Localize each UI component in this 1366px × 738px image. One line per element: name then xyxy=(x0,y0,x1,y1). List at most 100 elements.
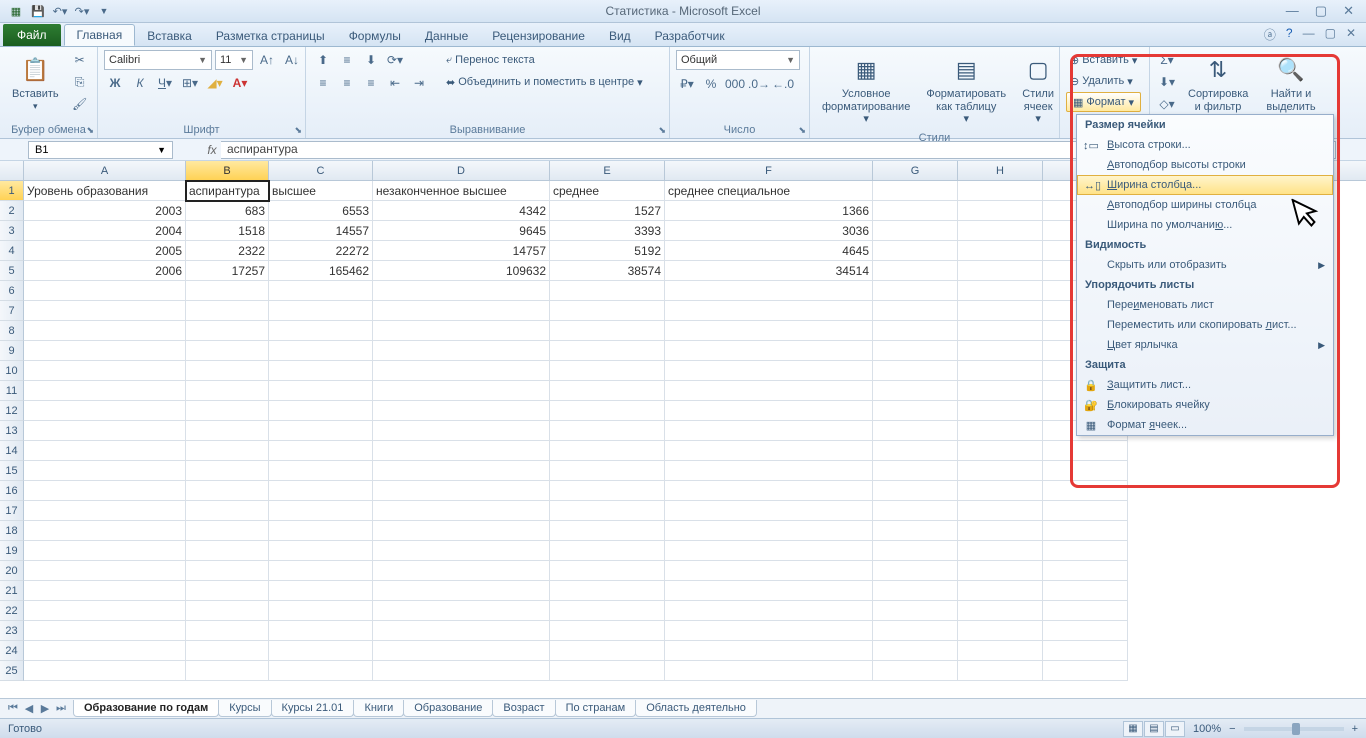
col-header-F[interactable]: F xyxy=(665,161,873,180)
cell[interactable] xyxy=(186,421,269,441)
file-tab[interactable]: Файл xyxy=(3,24,61,46)
row-header-22[interactable]: 22 xyxy=(0,601,24,621)
copy-button[interactable]: ⎘ xyxy=(69,72,91,92)
cell[interactable] xyxy=(550,521,665,541)
cell[interactable] xyxy=(550,321,665,341)
font-size-combo[interactable]: 11▼ xyxy=(215,50,253,70)
cell[interactable] xyxy=(665,381,873,401)
help-icon[interactable]: ? xyxy=(1286,26,1293,43)
tab-data[interactable]: Данные xyxy=(413,26,480,46)
delete-cells-button[interactable]: ⊖ Удалить ▾ xyxy=(1066,71,1137,91)
cell[interactable] xyxy=(1043,661,1128,681)
italic-button[interactable]: К xyxy=(129,73,151,93)
cell[interactable] xyxy=(373,321,550,341)
cell[interactable] xyxy=(958,581,1043,601)
cell[interactable] xyxy=(665,601,873,621)
cell[interactable] xyxy=(24,321,186,341)
cell[interactable]: 2322 xyxy=(186,241,269,261)
minimize-ribbon-icon[interactable]: ⓐ xyxy=(1264,26,1276,43)
cell[interactable] xyxy=(873,621,958,641)
cell[interactable] xyxy=(373,581,550,601)
cell[interactable] xyxy=(873,281,958,301)
number-format-combo[interactable]: Общий▼ xyxy=(676,50,800,70)
cell[interactable] xyxy=(373,281,550,301)
row-header-11[interactable]: 11 xyxy=(0,381,24,401)
sheet-tab-2[interactable]: Курсы 21.01 xyxy=(271,700,355,717)
cell[interactable]: 165462 xyxy=(269,261,373,281)
cell[interactable] xyxy=(24,541,186,561)
cell[interactable]: 14757 xyxy=(373,241,550,261)
cell[interactable]: высшее xyxy=(269,181,373,201)
col-header-A[interactable]: A xyxy=(24,161,186,180)
cell[interactable] xyxy=(550,361,665,381)
merge-center-button[interactable]: ⬌Объединить и поместить в центре ▾ xyxy=(442,72,647,92)
cell[interactable] xyxy=(958,381,1043,401)
cell[interactable] xyxy=(24,401,186,421)
cell[interactable] xyxy=(873,401,958,421)
cell[interactable] xyxy=(24,641,186,661)
cell[interactable] xyxy=(873,341,958,361)
cell[interactable] xyxy=(550,621,665,641)
cell[interactable] xyxy=(269,381,373,401)
row-header-15[interactable]: 15 xyxy=(0,461,24,481)
cell[interactable] xyxy=(186,341,269,361)
col-header-E[interactable]: E xyxy=(550,161,665,180)
cell[interactable] xyxy=(665,401,873,421)
cell[interactable] xyxy=(24,561,186,581)
cell[interactable] xyxy=(958,361,1043,381)
cell[interactable] xyxy=(958,341,1043,361)
row-header-5[interactable]: 5 xyxy=(0,261,24,281)
cell[interactable] xyxy=(1043,601,1128,621)
number-launcher[interactable]: ⬊ xyxy=(798,125,806,136)
cell[interactable]: 3036 xyxy=(665,221,873,241)
undo-icon[interactable]: ↶▾ xyxy=(52,3,68,19)
cell[interactable] xyxy=(873,661,958,681)
tab-page-layout[interactable]: Разметка страницы xyxy=(204,26,337,46)
align-bottom-button[interactable]: ⬇ xyxy=(360,50,382,70)
cell[interactable] xyxy=(24,661,186,681)
cell[interactable] xyxy=(1043,461,1128,481)
dd-row-height[interactable]: ↕▭Высота строки... xyxy=(1077,135,1333,155)
cell[interactable] xyxy=(269,441,373,461)
dd-rename-sheet[interactable]: Переименовать лист xyxy=(1077,295,1333,315)
minimize-button[interactable]: — xyxy=(1286,3,1299,19)
cell[interactable] xyxy=(373,521,550,541)
cell[interactable] xyxy=(958,541,1043,561)
cell[interactable] xyxy=(269,641,373,661)
cell[interactable] xyxy=(269,281,373,301)
dd-column-width[interactable]: ↔▯Ширина столбца... xyxy=(1077,175,1333,195)
cell[interactable] xyxy=(550,401,665,421)
format-cells-button[interactable]: ▦ Формат ▾ xyxy=(1066,92,1141,112)
paste-button[interactable]: 📋Вставить▾ xyxy=(6,50,65,115)
fill-color-button[interactable]: ◢▾ xyxy=(204,73,226,93)
dd-autofit-row[interactable]: Автоподбор высоты строки xyxy=(1077,155,1333,175)
decrease-indent-button[interactable]: ⇤ xyxy=(384,73,406,93)
row-header-17[interactable]: 17 xyxy=(0,501,24,521)
tab-review[interactable]: Рецензирование xyxy=(480,26,597,46)
cell[interactable]: 1518 xyxy=(186,221,269,241)
tab-insert[interactable]: Вставка xyxy=(135,26,204,46)
dd-hide-unhide[interactable]: Скрыть или отобразить▶ xyxy=(1077,255,1333,275)
cell[interactable] xyxy=(665,521,873,541)
sheet-nav-prev[interactable]: ◀ xyxy=(22,702,36,715)
increase-indent-button[interactable]: ⇥ xyxy=(408,73,430,93)
cell[interactable] xyxy=(373,621,550,641)
cell[interactable]: 2004 xyxy=(24,221,186,241)
cell[interactable] xyxy=(665,461,873,481)
sheet-nav-first[interactable]: ⏮ xyxy=(6,702,20,715)
cell[interactable] xyxy=(269,461,373,481)
row-header-12[interactable]: 12 xyxy=(0,401,24,421)
cell[interactable]: 34514 xyxy=(665,261,873,281)
row-header-7[interactable]: 7 xyxy=(0,301,24,321)
cell[interactable] xyxy=(550,501,665,521)
decrease-decimal-button[interactable]: ←.0 xyxy=(772,74,794,94)
row-header-8[interactable]: 8 xyxy=(0,321,24,341)
view-normal-button[interactable]: ▦ xyxy=(1123,721,1143,737)
row-header-3[interactable]: 3 xyxy=(0,221,24,241)
cell[interactable] xyxy=(873,241,958,261)
cell[interactable] xyxy=(24,521,186,541)
cell[interactable] xyxy=(873,641,958,661)
cell[interactable] xyxy=(958,601,1043,621)
cell[interactable] xyxy=(873,501,958,521)
cell[interactable] xyxy=(958,441,1043,461)
